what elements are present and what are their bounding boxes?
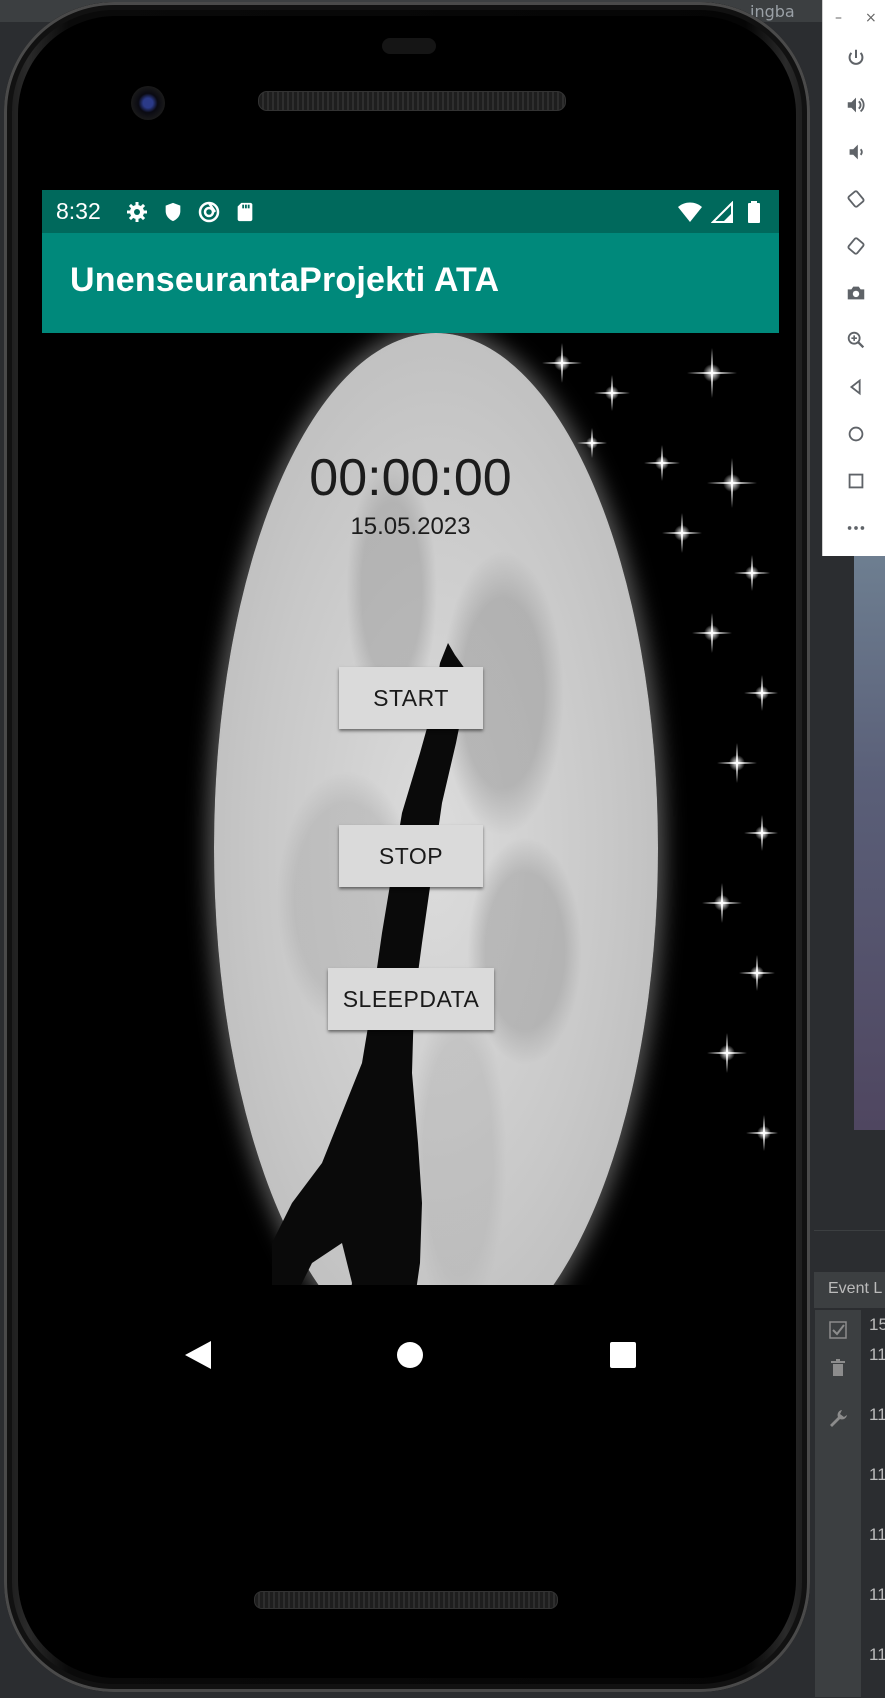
event-line: 11: [869, 1465, 885, 1484]
event-line: 11: [869, 1345, 885, 1364]
date-display: 15.05.2023: [350, 513, 471, 540]
start-button[interactable]: START: [339, 667, 483, 729]
back-icon[interactable]: [843, 374, 869, 400]
volume-up-icon[interactable]: [843, 92, 869, 118]
zoom-icon[interactable]: [843, 327, 869, 353]
power-icon[interactable]: [843, 45, 869, 71]
earpiece-speaker: [258, 91, 566, 111]
wrench-icon[interactable]: [826, 1408, 850, 1432]
phone-screen: 8:32 UnenseurantaProjekti ATA 00:00:00 1…: [42, 190, 779, 1434]
nav-back-icon[interactable]: [178, 1335, 218, 1375]
event-log-title[interactable]: Event L: [828, 1280, 882, 1298]
trash-icon[interactable]: [826, 1358, 850, 1382]
timer-display: 00:00:00: [309, 449, 512, 507]
nav-home-icon[interactable]: [390, 1335, 430, 1375]
battery-icon: [741, 199, 767, 225]
proximity-sensor: [382, 38, 436, 54]
wifi-icon: [677, 199, 703, 225]
event-line: 11: [869, 1405, 885, 1424]
close-button[interactable]: ×: [865, 10, 877, 26]
app-title: UnenseurantaProjekti ATA: [70, 261, 500, 299]
more-icon[interactable]: [843, 515, 869, 541]
signal-icon: [709, 199, 735, 225]
navigation-bar: [42, 1285, 779, 1434]
event-line: 11: [869, 1645, 885, 1664]
front-camera: [131, 86, 165, 120]
minimize-button[interactable]: –: [835, 10, 842, 26]
rotate-right-icon[interactable]: [843, 233, 869, 259]
event-line: 11: [869, 1585, 885, 1604]
bottom-speaker: [254, 1591, 558, 1609]
overview-icon[interactable]: [843, 468, 869, 494]
camera-icon[interactable]: [843, 280, 869, 306]
phone-frame: 8:32 UnenseurantaProjekti ATA 00:00:00 1…: [4, 2, 810, 1692]
home-icon[interactable]: [843, 421, 869, 447]
settings-icon: [124, 199, 150, 225]
event-line: 11: [869, 1525, 885, 1544]
sd-card-icon: [232, 199, 258, 225]
check-icon[interactable]: [826, 1320, 850, 1344]
shield-icon: [160, 199, 186, 225]
volume-down-icon[interactable]: [843, 139, 869, 165]
nav-overview-icon[interactable]: [603, 1335, 643, 1375]
ide-preview-strip: [854, 552, 885, 1130]
app-bar: UnenseurantaProjekti ATA: [42, 233, 779, 333]
rotate-left-icon[interactable]: [843, 186, 869, 212]
event-line: 15: [869, 1315, 885, 1334]
stop-button[interactable]: STOP: [339, 825, 483, 887]
status-time: 8:32: [56, 198, 101, 224]
status-bar: 8:32: [42, 190, 779, 233]
data-saver-icon: [196, 199, 222, 225]
main-content: 00:00:00 15.05.2023 START STOP SLEEPDATA: [42, 333, 779, 1434]
sleepdata-button[interactable]: SLEEPDATA: [328, 968, 494, 1030]
